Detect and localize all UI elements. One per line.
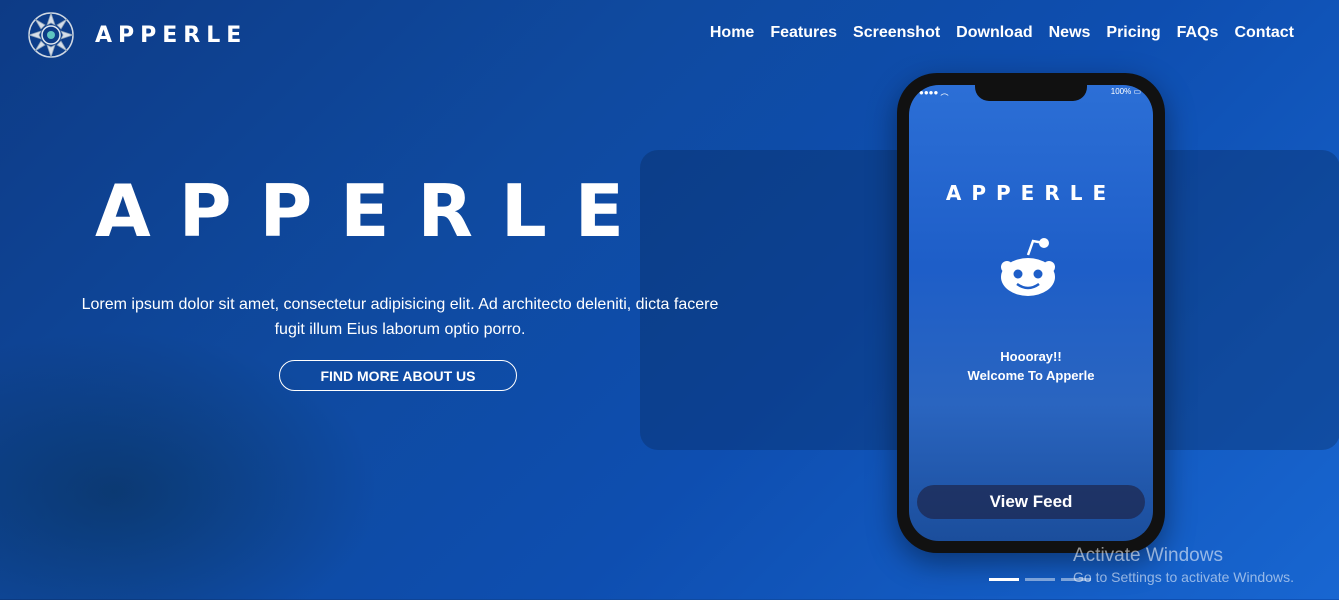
windows-activation-watermark: Activate Windows Go to Settings to activ… bbox=[1073, 545, 1294, 585]
watermark-title: Activate Windows bbox=[1073, 545, 1223, 566]
brand-logo[interactable]: APPERLE bbox=[27, 11, 247, 59]
view-feed-button[interactable]: View Feed bbox=[917, 485, 1145, 519]
nav-news[interactable]: News bbox=[1049, 24, 1091, 42]
site-header: APPERLE Home Features Screenshot Downloa… bbox=[0, 0, 1339, 70]
nav-features[interactable]: Features bbox=[770, 24, 837, 42]
nav-pricing[interactable]: Pricing bbox=[1106, 24, 1160, 42]
hero-description: Lorem ipsum dolor sit amet, consectetur … bbox=[81, 296, 719, 338]
phone-screen: ●●●● ︵ 100% ▭ APPERLE Hoooray!! Welcome … bbox=[909, 85, 1153, 541]
nav-faqs[interactable]: FAQs bbox=[1177, 24, 1219, 42]
nav-contact[interactable]: Contact bbox=[1234, 24, 1294, 42]
phone-welcome-message: Hoooray!! Welcome To Apperle bbox=[909, 347, 1153, 385]
slider-dot-2[interactable] bbox=[1025, 578, 1055, 581]
brand-name: APPERLE bbox=[95, 22, 248, 48]
slider-dot-1[interactable] bbox=[989, 578, 1019, 581]
phone-app-title: APPERLE bbox=[945, 181, 1117, 205]
battery-indicator: 100% ▭ bbox=[1110, 87, 1141, 96]
nav-home[interactable]: Home bbox=[710, 24, 754, 42]
phone-notch bbox=[975, 85, 1087, 101]
hero-title: APPERLE bbox=[95, 169, 652, 253]
nav-download[interactable]: Download bbox=[956, 24, 1032, 42]
phone-message-line2: Welcome To Apperle bbox=[967, 368, 1095, 383]
reddit-alien-icon bbox=[1001, 238, 1055, 296]
battery-percent: 100% bbox=[1110, 87, 1132, 96]
main-navigation: Home Features Screenshot Download News P… bbox=[710, 24, 1294, 42]
phone-mockup: ●●●● ︵ 100% ▭ APPERLE Hoooray!! Welcome … bbox=[897, 73, 1165, 553]
watermark-subtitle: Go to Settings to activate Windows. bbox=[1073, 569, 1294, 585]
mandala-logo-icon bbox=[27, 11, 75, 59]
phone-message-line1: Hoooray!! bbox=[1000, 349, 1062, 364]
find-more-button[interactable]: FIND MORE ABOUT US bbox=[279, 360, 517, 391]
nav-screenshot[interactable]: Screenshot bbox=[853, 24, 940, 42]
signal-wifi-icon: ●●●● ︵ bbox=[919, 88, 949, 97]
